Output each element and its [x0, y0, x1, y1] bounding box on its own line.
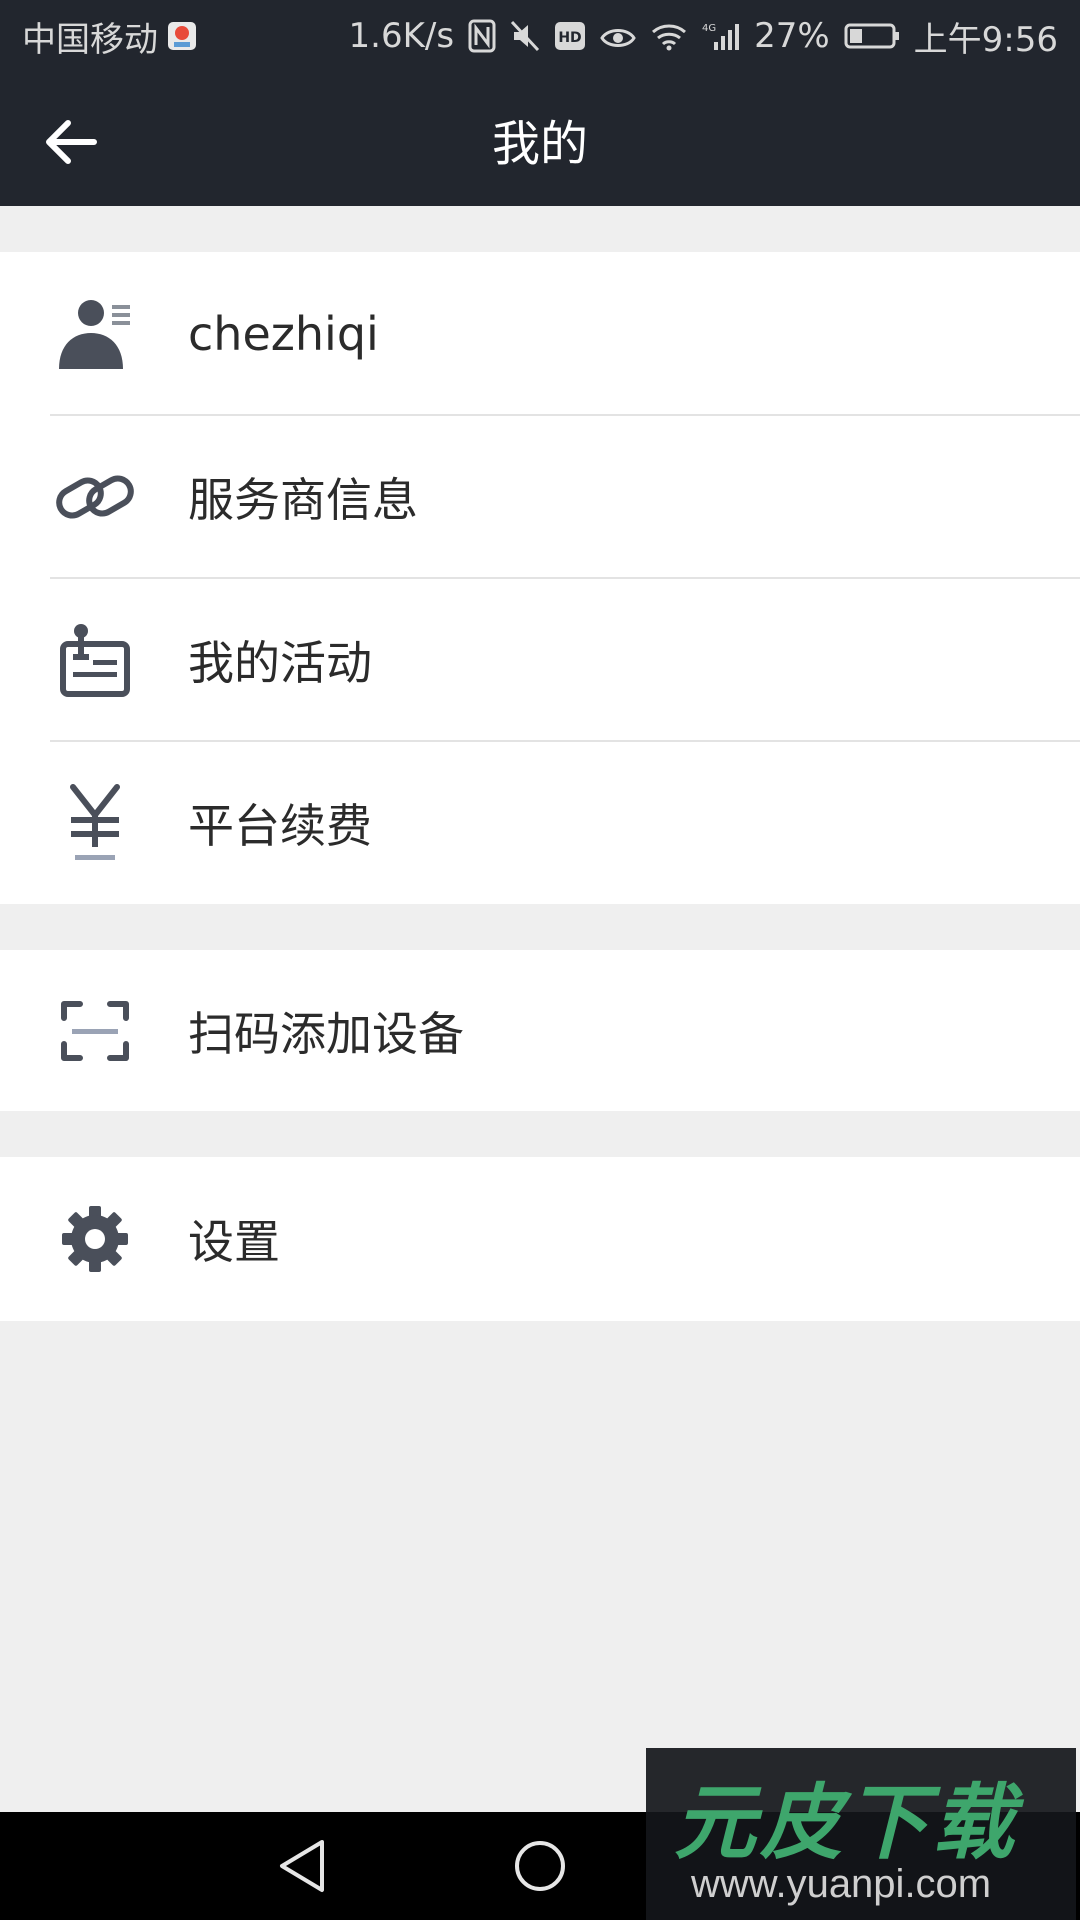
settings-group: 设置 — [0, 1157, 1080, 1321]
back-arrow-icon — [46, 120, 97, 164]
scan-icon — [52, 988, 138, 1074]
username: chezhiqi — [188, 306, 379, 361]
menu-item-platform-renewal[interactable]: 平台续费 — [0, 741, 1080, 904]
system-home-button[interactable] — [508, 1834, 572, 1898]
menu-item-my-activities[interactable]: 我的活动 — [0, 578, 1080, 741]
menu-item-provider-info[interactable]: 服务商信息 — [0, 415, 1080, 578]
eye-icon — [600, 22, 636, 50]
watermark: 元皮下载 www.yuanpi.com — [646, 1748, 1076, 1920]
svg-text:4G: 4G — [702, 23, 716, 34]
battery-icon — [844, 22, 900, 50]
activity-clipboard-icon — [52, 617, 138, 703]
map-app-icon — [166, 20, 198, 52]
nfc-icon — [468, 19, 496, 53]
back-button[interactable] — [40, 112, 100, 172]
hd-icon: HD — [554, 21, 586, 51]
menu-item-label: 设置 — [188, 1215, 280, 1269]
nav-bar: 我的 — [0, 72, 1080, 206]
svg-text:HD: HD — [558, 30, 581, 46]
menu-item-settings[interactable]: 设置 — [0, 1157, 1080, 1321]
account-menu-group: chezhiqi 服务商信息 我的活动 平台续费 — [0, 252, 1080, 904]
gear-icon — [52, 1196, 138, 1282]
wifi-icon — [650, 21, 688, 51]
menu-item-label: 我的活动 — [188, 635, 372, 690]
page-title: 我的 — [491, 116, 588, 172]
profile-row[interactable]: chezhiqi — [0, 252, 1080, 415]
yen-icon — [52, 780, 138, 866]
battery-percent: 27% — [754, 16, 830, 56]
scan-group: 扫码添加设备 — [0, 950, 1080, 1111]
status-bar: 中国移动 1.6K/s HD 4G 27% 上午9:56 — [0, 0, 1080, 72]
clock: 上午9:56 — [913, 19, 1058, 60]
status-right: 1.6K/s HD 4G 27% 上午9:56 — [349, 12, 1058, 61]
menu-item-scan-add-device[interactable]: 扫码添加设备 — [0, 950, 1080, 1111]
menu-item-label: 平台续费 — [188, 798, 372, 853]
carrier-group: 中国移动 — [22, 12, 198, 61]
mute-icon — [510, 20, 540, 52]
menu-item-label: 服务商信息 — [188, 472, 418, 527]
menu-item-label: 扫码添加设备 — [188, 1006, 464, 1061]
watermark-title: 元皮下载 — [674, 1776, 1018, 1871]
user-profile-icon — [52, 291, 138, 377]
carrier-name: 中国移动 — [22, 19, 158, 60]
triangle-back-icon — [280, 1840, 324, 1892]
circle-home-icon — [515, 1841, 565, 1891]
watermark-url: www.yuanpi.com — [691, 1862, 992, 1906]
system-back-button[interactable] — [270, 1834, 334, 1898]
link-icon — [52, 454, 138, 540]
signal-4g-icon: 4G — [702, 20, 740, 52]
net-speed: 1.6K/s — [348, 16, 455, 56]
